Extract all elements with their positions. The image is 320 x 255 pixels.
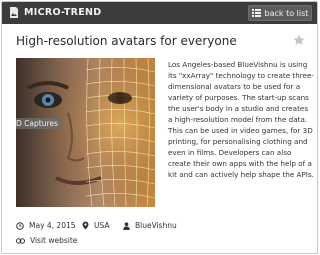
meta-date: May 4, 2015 [16, 221, 76, 230]
meta-author: BlueVishnu [123, 221, 177, 230]
clock-icon [16, 221, 24, 230]
date-text: May 4, 2015 [29, 221, 76, 230]
section-label: MICRO-TREND [24, 7, 102, 18]
top-bar: MICRO-TREND back to list [2, 2, 317, 24]
face-scan-illustration [16, 58, 155, 207]
back-to-list-button[interactable]: back to list [248, 5, 312, 21]
link-icon [16, 237, 25, 244]
visit-website-link[interactable]: Visit website [16, 236, 77, 245]
visit-website-label: Visit website [30, 236, 78, 245]
article-title: High-resolution avatars for everyone [16, 34, 237, 48]
avatar-scan-image: D Captures [16, 58, 155, 207]
article-description: Los Angeles-based BlueVishnu is using it… [168, 60, 315, 179]
location-text: USA [94, 221, 110, 230]
back-to-list-label: back to list [264, 8, 309, 18]
map-pin-icon [82, 221, 89, 230]
image-caption: D Captures [16, 118, 61, 129]
list-icon [251, 9, 261, 17]
author-text: BlueVishnu [135, 221, 177, 230]
star-icon[interactable] [293, 34, 305, 46]
trend-card: MICRO-TREND back to list High-resolution… [1, 1, 318, 254]
image-icon [10, 7, 18, 18]
user-icon [123, 221, 130, 230]
meta-location: USA [82, 221, 110, 230]
